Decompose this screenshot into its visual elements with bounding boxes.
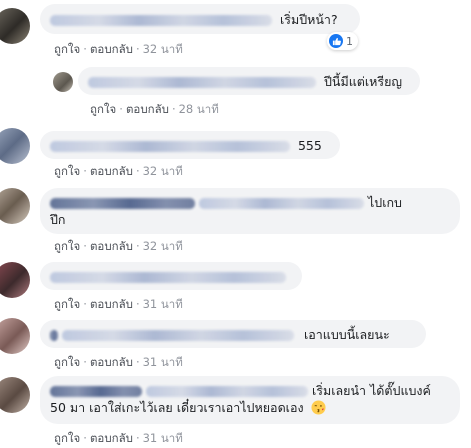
timestamp[interactable]: 32 นาที (143, 42, 183, 56)
kiss-emoji-icon (311, 400, 326, 415)
comment-actions: ถูกใจ · ตอบกลับ · 32 นาที (54, 164, 183, 178)
avatar[interactable] (0, 262, 30, 298)
like-link[interactable]: ถูกใจ (90, 102, 116, 116)
comment-bubble: ไปเกบ ปึก (40, 188, 460, 234)
timestamp[interactable]: 32 นาที (143, 239, 183, 253)
reply-link[interactable]: ตอบกลับ (90, 355, 133, 369)
like-link[interactable]: ถูกใจ (54, 239, 80, 253)
comment-text: เริ่มเลยนำ ได้ตั๊ปแบงค์ (311, 383, 431, 398)
comment-bubble (40, 262, 302, 290)
reply-link[interactable]: ตอบกลับ (90, 431, 133, 445)
comment-text-line2: 50 มา เอาใส่เกะไว้เลย เดี๋ยวเราเอาไปหยอด… (50, 400, 304, 415)
reply-link[interactable]: ตอบกลับ (90, 42, 133, 56)
reaction-count[interactable]: 1 (327, 32, 358, 50)
avatar[interactable] (0, 8, 30, 44)
avatar[interactable] (0, 128, 30, 164)
avatar[interactable] (0, 377, 30, 413)
commenter-name-extra (198, 198, 364, 209)
like-link[interactable]: ถูกใจ (54, 42, 80, 56)
commenter-name[interactable] (50, 330, 58, 341)
comment-text: เริ่มปีหน้า? (279, 12, 338, 27)
reply-link[interactable]: ตอบกลับ (90, 297, 133, 311)
reaction-count-value: 1 (346, 34, 353, 48)
commenter-name[interactable] (50, 15, 272, 26)
comment-bubble: ปีนี้มีแต่เหรียญ (78, 67, 420, 95)
comment-bubble: เอาแบบนี้เลยนะ (40, 320, 426, 348)
timestamp[interactable]: 31 นาที (143, 355, 183, 369)
commenter-name[interactable] (50, 272, 286, 283)
reply-link[interactable]: ตอบกลับ (126, 102, 169, 116)
comment-bubble: เริ่มเลยนำ ได้ตั๊ปแบงค์ 50 มา เอาใส่เกะไ… (40, 376, 460, 424)
comment-bubble: 555 (40, 131, 340, 159)
avatar[interactable] (53, 72, 73, 92)
commenter-name[interactable] (50, 198, 195, 209)
comment-text: 555 (297, 138, 322, 153)
timestamp[interactable]: 28 นาที (179, 102, 219, 116)
avatar[interactable] (0, 188, 30, 224)
avatar[interactable] (0, 318, 30, 354)
commenter-name[interactable] (50, 141, 290, 152)
comment-text-line2: ปึก (50, 212, 66, 227)
comment-actions: ถูกใจ · ตอบกลับ · 28 นาที (90, 102, 219, 116)
comment-text: ไปเกบ (367, 195, 402, 210)
commenter-name-extra (61, 330, 294, 341)
comment-actions: ถูกใจ · ตอบกลับ · 31 นาที (54, 431, 183, 445)
comment-actions: ถูกใจ · ตอบกลับ · 31 นาที (54, 355, 183, 369)
comment-text: ปีนี้มีแต่เหรียญ (323, 74, 403, 89)
comment-bubble: เริ่มปีหน้า? (40, 4, 360, 34)
comment-actions: ถูกใจ · ตอบกลับ · 32 นาที (54, 42, 183, 56)
comment-actions: ถูกใจ · ตอบกลับ · 32 นาที (54, 239, 183, 253)
like-link[interactable]: ถูกใจ (54, 297, 80, 311)
commenter-name-extra (145, 386, 308, 397)
comment-actions: ถูกใจ · ตอบกลับ · 31 นาที (54, 297, 183, 311)
like-link[interactable]: ถูกใจ (54, 164, 80, 178)
reply-link[interactable]: ตอบกลับ (90, 239, 133, 253)
like-link[interactable]: ถูกใจ (54, 355, 80, 369)
commenter-name[interactable] (50, 386, 142, 397)
timestamp[interactable]: 31 นาที (143, 297, 183, 311)
commenter-name[interactable] (88, 77, 316, 88)
reply-link[interactable]: ตอบกลับ (90, 164, 133, 178)
timestamp[interactable]: 31 นาที (143, 431, 183, 445)
like-icon (329, 34, 343, 48)
like-link[interactable]: ถูกใจ (54, 431, 80, 445)
comment-text: เอาแบบนี้เลยนะ (303, 327, 390, 342)
timestamp[interactable]: 32 นาที (143, 164, 183, 178)
